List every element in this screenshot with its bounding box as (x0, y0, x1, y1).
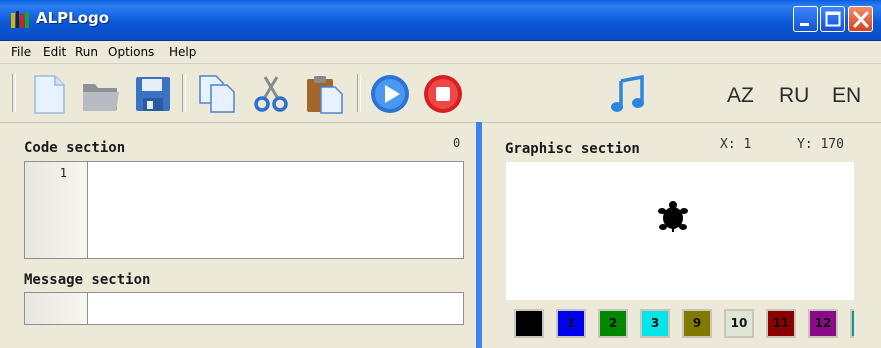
graphics-section-title: Graphisc section (505, 141, 640, 157)
minimize-icon (800, 23, 809, 26)
message-section-title: Message section (24, 272, 151, 288)
toolbar-separator (12, 74, 16, 112)
maximize-button[interactable] (820, 6, 845, 32)
menu-run[interactable]: Run (75, 45, 98, 59)
color-swatch[interactable]: 10 (724, 309, 754, 338)
color-swatch-label: 2 (608, 316, 618, 330)
color-swatch-label: 11 (772, 316, 790, 330)
close-icon (853, 11, 869, 28)
lang-ru-button[interactable]: RU (779, 84, 809, 108)
lang-en-button[interactable]: EN (832, 84, 861, 108)
color-swatch-partial[interactable] (850, 309, 854, 338)
color-swatch-label: 10 (730, 316, 748, 330)
menu-file[interactable]: File (11, 45, 31, 59)
toolbar-separator (357, 74, 361, 112)
color-swatch[interactable] (514, 309, 544, 338)
copy-icon[interactable] (196, 73, 238, 115)
message-area[interactable] (24, 292, 464, 325)
app-window: ALPLogo File Edit Run Options Help AZ RU… (0, 0, 881, 348)
color-palette: 1 2 3 9 10 11 12 (506, 303, 854, 343)
window-title: ALPLogo (36, 9, 110, 27)
run-icon[interactable] (369, 73, 411, 115)
line-number-gutter: 1 (25, 162, 88, 258)
maximize-icon (825, 11, 841, 27)
stop-icon[interactable] (422, 73, 464, 115)
code-editor[interactable]: 1 (24, 161, 464, 259)
open-folder-icon[interactable] (80, 73, 122, 115)
color-swatch[interactable]: 9 (682, 309, 712, 338)
lang-az-button[interactable]: AZ (727, 84, 754, 108)
color-swatch[interactable]: 11 (766, 309, 796, 338)
turtle-icon (658, 201, 688, 232)
menu-edit[interactable]: Edit (43, 45, 66, 59)
color-swatch[interactable]: 12 (808, 309, 838, 338)
color-swatch-label: 9 (692, 316, 702, 330)
toolbar-separator (182, 74, 186, 112)
toolbar: AZ RU EN (0, 64, 881, 123)
close-button[interactable] (848, 6, 873, 32)
color-swatch-label: 1 (566, 316, 576, 330)
code-section-title: Code section (24, 140, 126, 156)
menu-options[interactable]: Options (108, 45, 154, 59)
minimize-button[interactable] (793, 6, 818, 32)
x-coordinate-label: X: 1 (720, 137, 752, 152)
y-coordinate-label: Y: 170 (797, 137, 844, 152)
message-gutter (25, 293, 88, 324)
line-number: 1 (59, 166, 67, 180)
color-swatch[interactable]: 3 (640, 309, 670, 338)
color-swatch[interactable]: 2 (598, 309, 628, 338)
color-swatch-label: 12 (814, 316, 832, 330)
menu-help[interactable]: Help (169, 45, 196, 59)
music-icon[interactable] (608, 73, 648, 115)
app-logo-icon (11, 11, 29, 28)
code-char-counter: 0 (453, 136, 461, 150)
paste-icon[interactable] (304, 73, 346, 115)
title-bar: ALPLogo (0, 0, 881, 41)
color-swatch[interactable]: 1 (556, 309, 586, 338)
color-swatch-label: 3 (650, 316, 660, 330)
panel-splitter[interactable] (476, 122, 482, 348)
new-file-icon[interactable] (28, 73, 70, 115)
save-icon[interactable] (132, 73, 174, 115)
cut-icon[interactable] (250, 73, 292, 115)
menu-bar: File Edit Run Options Help (0, 41, 881, 64)
